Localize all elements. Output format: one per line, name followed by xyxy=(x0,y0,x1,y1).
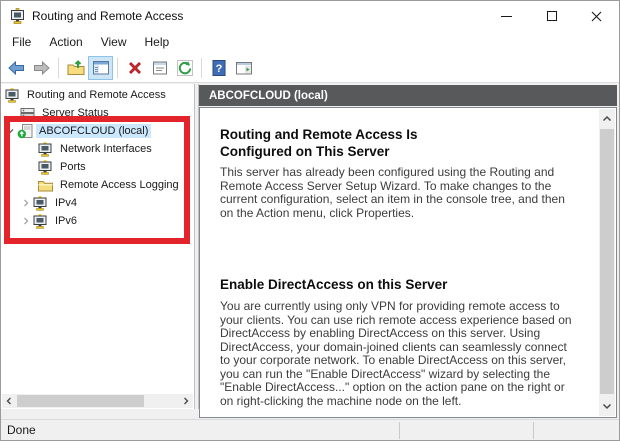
tree-item-label[interactable]: Ports xyxy=(57,160,89,174)
show-console-tree-icon[interactable] xyxy=(88,55,113,80)
section-body-directaccess: You are currently using only VPN for pro… xyxy=(220,299,572,408)
delete-icon[interactable] xyxy=(122,56,147,80)
details-pane: ABCOFCLOUD (local) Routing and Remote Ac… xyxy=(199,85,617,418)
maximize-icon[interactable] xyxy=(529,1,574,31)
scrollbar-thumb[interactable] xyxy=(600,129,614,394)
details-pane-content: Routing and Remote Access Is Configured … xyxy=(199,107,617,418)
app-monitor-icon xyxy=(10,8,26,24)
details-pane-header: ABCOFCLOUD (local) xyxy=(199,85,617,106)
menu-help[interactable]: Help xyxy=(136,32,179,52)
folder-icon xyxy=(37,179,54,192)
minimize-icon[interactable] xyxy=(484,1,529,31)
scrollbar-thumb[interactable] xyxy=(17,395,144,407)
rras-monitor-icon xyxy=(37,141,54,157)
tree-item-ipv6[interactable]: IPv6 xyxy=(20,212,80,230)
scroll-up-icon[interactable] xyxy=(599,111,615,127)
server-status-icon xyxy=(19,106,36,120)
tree-item-ports[interactable]: Ports xyxy=(37,158,89,176)
server-green-arrow-icon xyxy=(16,123,33,139)
tree-item-label[interactable]: Remote Access Logging xyxy=(57,178,182,192)
tree-item-label[interactable]: Network Interfaces xyxy=(57,142,155,156)
properties-icon[interactable] xyxy=(147,56,172,80)
toolbar-separator xyxy=(117,57,118,78)
rras-monitor-icon xyxy=(4,87,21,103)
section-heading-directaccess: Enable DirectAccess on this Server xyxy=(220,277,448,292)
chevron-collapsed-icon[interactable] xyxy=(20,198,32,208)
tree-item-label[interactable]: Routing and Remote Access xyxy=(24,88,169,102)
refresh-icon[interactable] xyxy=(172,56,197,80)
status-separator xyxy=(399,422,400,439)
toolbar-separator xyxy=(201,57,202,78)
status-separator xyxy=(533,422,534,439)
action-pane-icon[interactable] xyxy=(231,56,256,80)
tree-item-ipv4[interactable]: IPv4 xyxy=(20,194,80,212)
menu-file[interactable]: File xyxy=(3,32,40,52)
chevron-expanded-icon[interactable] xyxy=(4,126,16,136)
scroll-down-icon[interactable] xyxy=(599,398,615,414)
rras-monitor-icon xyxy=(32,213,49,229)
scroll-left-icon[interactable] xyxy=(2,394,16,408)
tree-item-label[interactable]: IPv6 xyxy=(52,214,80,228)
tree-item-label[interactable]: IPv4 xyxy=(52,196,80,210)
toolbar: ? xyxy=(1,53,619,83)
tree-item-routing-remote-access[interactable]: Routing and Remote Access xyxy=(4,86,169,104)
rras-monitor-icon xyxy=(37,159,54,175)
tree-item-server-status[interactable]: Server Status xyxy=(19,104,112,122)
console-workspace: Routing and Remote Access Server Status xyxy=(1,83,619,419)
svg-text:?: ? xyxy=(215,63,222,75)
rras-monitor-icon xyxy=(32,195,49,211)
title-bar: Routing and Remote Access xyxy=(1,1,619,31)
tree-item-label-selected[interactable]: ABCOFCLOUD (local) xyxy=(36,124,152,138)
help-icon[interactable]: ? xyxy=(206,56,231,80)
menu-view[interactable]: View xyxy=(92,32,136,52)
rras-console-window: Routing and Remote Access File Action Vi… xyxy=(0,0,620,441)
section-body-configured: This server has already been configured … xyxy=(220,165,565,220)
tree-item-abcofcloud-local[interactable]: ABCOFCLOUD (local) xyxy=(4,122,152,140)
tree-horizontal-scrollbar[interactable] xyxy=(2,394,193,408)
window-controls xyxy=(484,1,619,31)
status-text: Done xyxy=(7,423,36,437)
tree-item-remote-access-logging[interactable]: Remote Access Logging xyxy=(37,176,182,194)
section-heading-configured: Routing and Remote Access Is Configured … xyxy=(220,127,418,159)
up-one-level-icon[interactable] xyxy=(63,56,88,80)
chevron-collapsed-icon[interactable] xyxy=(20,216,32,226)
toolbar-separator xyxy=(58,57,59,78)
tree-item-network-interfaces[interactable]: Network Interfaces xyxy=(37,140,155,158)
details-pane-title: ABCOFCLOUD (local) xyxy=(209,89,328,102)
back-icon[interactable] xyxy=(4,56,29,80)
details-vertical-scrollbar[interactable] xyxy=(599,109,615,416)
forward-icon[interactable] xyxy=(29,56,54,80)
scroll-right-icon[interactable] xyxy=(179,394,193,408)
window-title: Routing and Remote Access xyxy=(32,9,184,23)
close-icon[interactable] xyxy=(574,1,619,31)
tree-item-label[interactable]: Server Status xyxy=(39,106,112,120)
status-bar: Done xyxy=(1,419,619,440)
console-tree-pane: Routing and Remote Access Server Status xyxy=(1,84,194,409)
menu-action[interactable]: Action xyxy=(40,32,91,52)
menu-bar: File Action View Help xyxy=(1,31,619,53)
